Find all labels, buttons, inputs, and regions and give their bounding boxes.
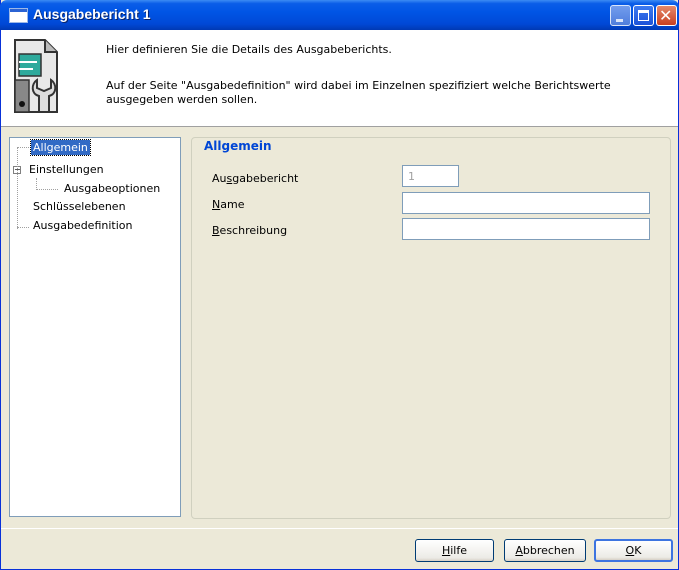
description-label: Beschreibung [212,224,288,237]
help-button[interactable]: Hilfe [415,539,494,562]
tree-item-ausgabeoptionen[interactable]: Ausgabeoptionen [62,181,162,196]
tree-item-einstellungen[interactable]: Einstellungen [27,162,106,177]
name-label: Name [212,198,245,211]
tree-item-schluesselebenen[interactable]: Schlüsselebenen [31,199,128,214]
minimize-button[interactable] [610,5,631,26]
navigation-tree[interactable]: Allgemein − Einstellungen Ausgabeoptione… [9,137,181,517]
tree-connector [17,147,18,229]
group-title: Allgemein [201,139,275,153]
description-input[interactable] [402,218,650,240]
dialog-window: Ausgabebericht 1 ✕ Hier definieren Sie d… [0,0,679,570]
report-number-input[interactable] [402,165,459,187]
cancel-button[interactable]: Abbrechen [504,539,586,562]
window-title: Ausgabebericht 1 [33,6,151,22]
tree-item-ausgabedefinition[interactable]: Ausgabedefinition [31,218,134,233]
ok-button[interactable]: OK [594,539,673,562]
maximize-icon [638,10,649,21]
header-panel: Hier definieren Sie die Details des Ausg… [1,30,678,127]
tree-connector [36,189,58,190]
title-bar[interactable]: Ausgabebericht 1 ✕ [0,0,679,30]
window-icon [9,8,28,23]
tree-connector [17,147,29,148]
report-tool-icon [14,39,58,113]
tree-item-allgemein[interactable]: Allgemein [30,139,91,156]
footer-divider [1,528,678,529]
tree-connector [17,227,29,228]
header-hint: Auf der Seite "Ausgabedefinition" wird d… [106,79,611,106]
name-input[interactable] [402,192,650,214]
close-button[interactable]: ✕ [656,5,677,26]
close-icon: ✕ [659,6,673,25]
report-number-label: Ausgabebericht [212,172,299,185]
minimize-icon [616,19,623,22]
maximize-button[interactable] [633,5,654,26]
header-description: Hier definieren Sie die Details des Ausg… [106,43,392,56]
